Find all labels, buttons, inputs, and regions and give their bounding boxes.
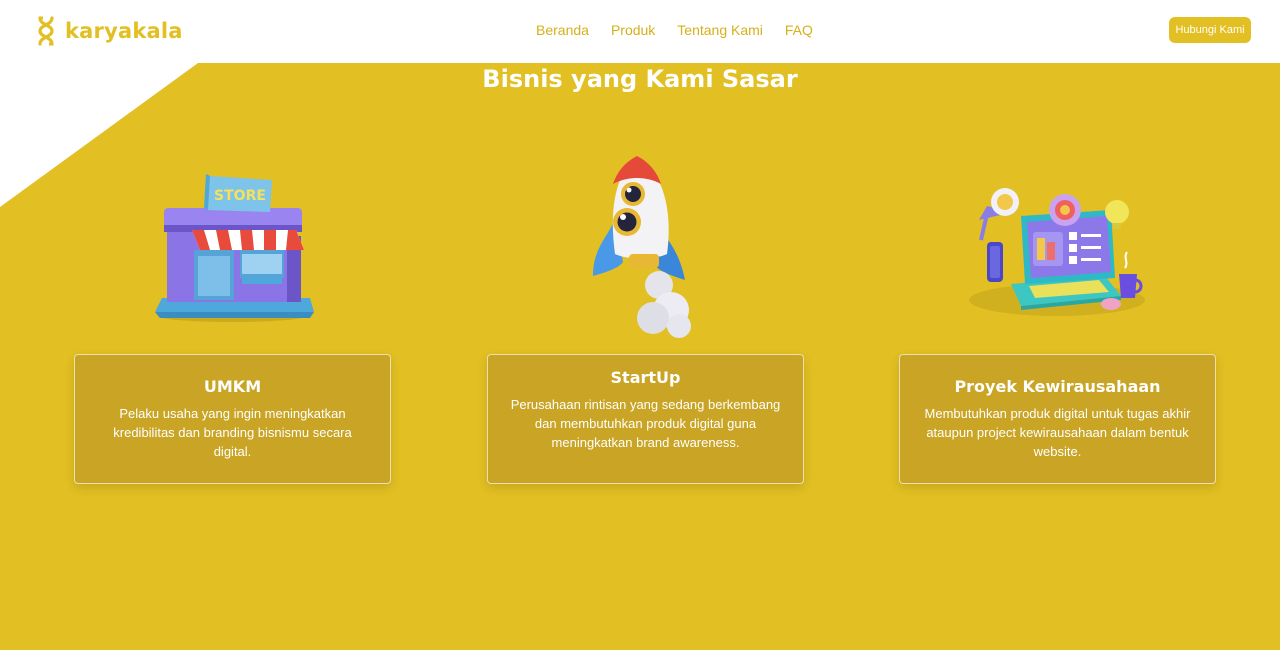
store-sign-text: STORE xyxy=(214,188,266,204)
card-umkm: UMKM Pelaku usaha yang ingin meningkatka… xyxy=(74,354,391,484)
card-description: Perusahaan rintisan yang sedang berkemba… xyxy=(510,397,781,450)
card-description: Pelaku usaha yang ingin meningkatkan kre… xyxy=(113,406,352,459)
card-title: Proyek Kewirausahaan xyxy=(954,377,1161,396)
karyakala-logo-icon xyxy=(38,16,54,46)
contact-us-button[interactable]: Hubungi Kami xyxy=(1169,17,1251,43)
nav-link-tentang-kami[interactable]: Tentang Kami xyxy=(677,22,763,38)
section-title: Bisnis yang Kami Sasar xyxy=(482,65,798,93)
card-title: UMKM xyxy=(203,377,262,396)
main-nav: Beranda Produk Tentang Kami FAQ xyxy=(536,22,813,38)
laptop-workspace-illustration xyxy=(969,188,1145,316)
rocket-illustration xyxy=(593,156,691,338)
nav-link-beranda[interactable]: Beranda xyxy=(536,22,589,38)
brand-name: karyakala xyxy=(65,19,183,43)
card-startup: StartUp Perusahaan rintisan yang sedang … xyxy=(487,354,804,484)
nav-link-produk[interactable]: Produk xyxy=(611,22,655,38)
site-header: karyakala Beranda Produk Tentang Kami FA… xyxy=(0,0,1280,63)
card-description: Membutuhkan produk digital untuk tugas a… xyxy=(924,406,1191,459)
brand-logo[interactable]: karyakala xyxy=(37,16,183,46)
store-illustration: STORE xyxy=(155,174,314,322)
card-proyek-kewirausahaan: Proyek Kewirausahaan Membutuhkan produk … xyxy=(899,354,1216,484)
card-title: StartUp xyxy=(610,368,681,387)
nav-link-faq[interactable]: FAQ xyxy=(785,22,813,38)
